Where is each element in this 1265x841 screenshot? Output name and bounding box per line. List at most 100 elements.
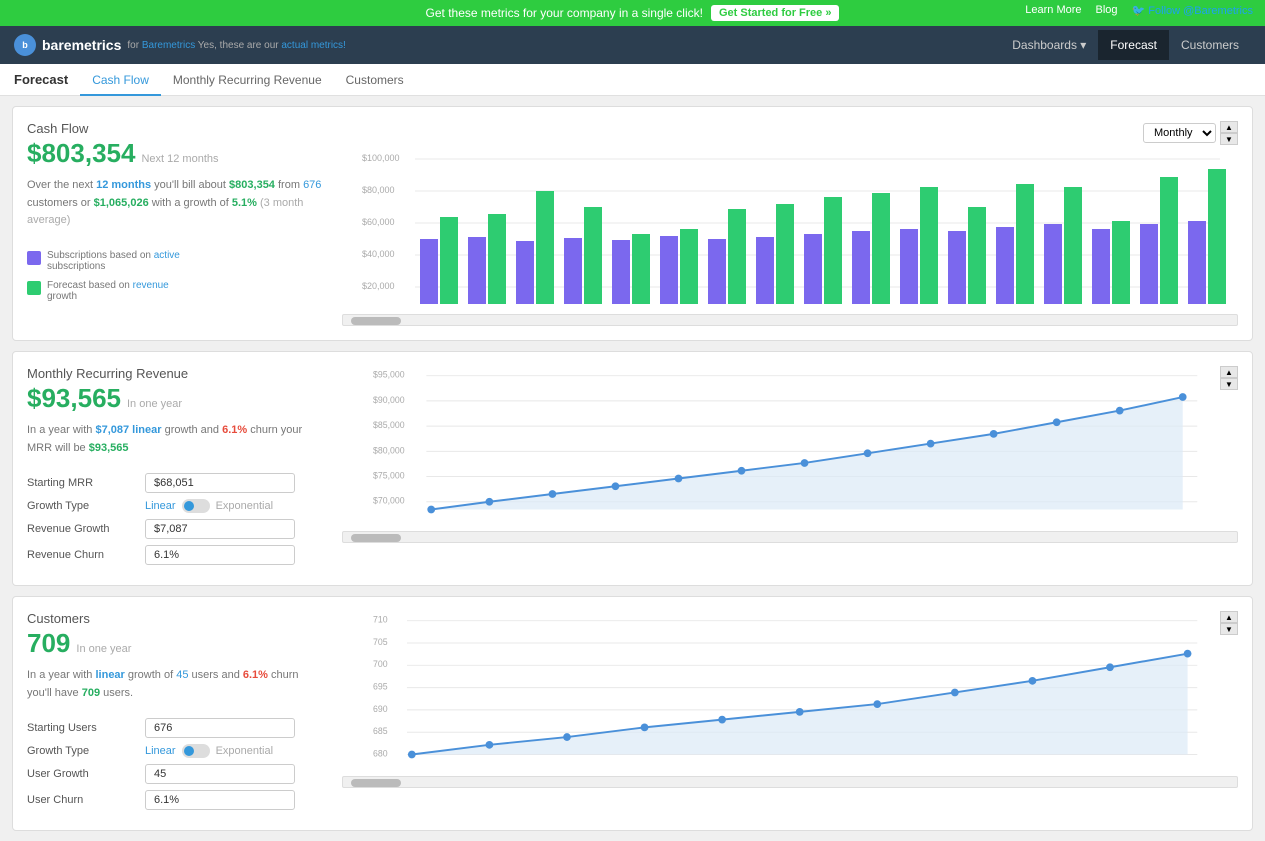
svg-text:680: 680	[373, 749, 388, 759]
cust-exp-opt[interactable]: Exponential	[216, 745, 274, 757]
svg-text:690: 690	[373, 704, 388, 714]
svg-text:705: 705	[373, 637, 388, 647]
tab-mrr[interactable]: Monthly Recurring Revenue	[161, 64, 334, 96]
mrr-growth-input[interactable]	[145, 519, 295, 539]
cust-toggle-switch[interactable]	[182, 744, 210, 758]
customers-right: ▲ ▼ 710 705 700 695 690 685 680	[342, 611, 1238, 816]
legend-color-2	[27, 281, 41, 295]
mrr-scroll-down[interactable]: ▼	[1220, 378, 1238, 390]
banner-right-links: Learn More Blog 🐦 Follow @Baremetrics	[1025, 4, 1253, 17]
learn-more-link[interactable]: Learn More	[1025, 4, 1081, 17]
customers-left: Customers 709 In one year In a year with…	[27, 611, 342, 816]
cust-chart-scroll[interactable]	[342, 776, 1238, 788]
cashflow-chart: $100,000 $80,000 $60,000 $40,000 $20,000	[342, 149, 1238, 326]
mrr-churn-input[interactable]	[145, 545, 295, 565]
mrr-fields: Starting MRR Growth Type Linear Exponent…	[27, 473, 326, 565]
mrr-growth-row: Revenue Growth	[27, 519, 326, 539]
cust-growth-input[interactable]	[145, 764, 295, 784]
legend-item-1: Subscriptions based on activesubscriptio…	[27, 250, 326, 272]
cust-churn-input[interactable]	[145, 790, 295, 810]
scroll-up-cf[interactable]: ▲	[1220, 121, 1238, 133]
cashflow-card: Cash Flow $803,354 Next 12 months Over t…	[12, 106, 1253, 341]
mrr-growth-label: Revenue Growth	[27, 523, 137, 535]
mrr-toggle[interactable]: Linear Exponential	[145, 499, 273, 513]
svg-text:$90,000: $90,000	[373, 395, 405, 405]
svg-text:$20,000: $20,000	[362, 281, 395, 291]
mrr-card: Monthly Recurring Revenue $93,565 In one…	[12, 351, 1253, 586]
svg-text:$80,000: $80,000	[373, 445, 405, 455]
mrr-chart-svg: $95,000 $90,000 $85,000 $80,000 $75,000 …	[342, 366, 1238, 526]
revenue-link[interactable]: revenue	[133, 280, 169, 291]
cashflow-main-value: $803,354	[27, 138, 135, 169]
cashflow-chart-header: Monthly ▲ ▼	[342, 121, 1238, 145]
mrr-main-value: $93,565	[27, 383, 121, 414]
svg-text:$80,000: $80,000	[362, 185, 395, 195]
mrr-exp-opt[interactable]: Exponential	[216, 500, 274, 512]
svg-text:695: 695	[373, 682, 388, 692]
cust-starting-input[interactable]	[145, 718, 295, 738]
mrr-starting-input[interactable]	[145, 473, 295, 493]
nav-forecast[interactable]: Forecast	[1098, 30, 1169, 60]
cashflow-chart-svg: $100,000 $80,000 $60,000 $40,000 $20,000	[342, 149, 1238, 309]
scroll-down-cf[interactable]: ▼	[1220, 133, 1238, 145]
svg-text:$100,000: $100,000	[362, 153, 400, 163]
blog-link[interactable]: Blog	[1096, 4, 1118, 17]
customers-card: Customers 709 In one year In a year with…	[12, 596, 1253, 831]
cust-starting-label: Starting Users	[27, 722, 137, 734]
actual-metrics-link[interactable]: actual metrics!	[281, 40, 345, 51]
mrr-description: In a year with $7,087 linear growth and …	[27, 422, 326, 457]
logo-icon: b	[14, 34, 36, 56]
cashflow-chart-scroll[interactable]	[342, 314, 1238, 326]
cust-scroll-down[interactable]: ▼	[1220, 623, 1238, 635]
navbar-right: Dashboards ▾ Forecast Customers	[1000, 30, 1251, 60]
mrr-churn-row: Revenue Churn	[27, 545, 326, 565]
banner-text: Get these metrics for your company in a …	[426, 6, 703, 20]
nav-customers[interactable]: Customers	[1169, 30, 1251, 60]
mrr-right: ▲ ▼ $95,000 $90,000 $85,000 $80,000 $75,…	[342, 366, 1238, 571]
cust-scroll-up[interactable]: ▲	[1220, 611, 1238, 623]
cust-growth-row: User Growth	[27, 764, 326, 784]
nav-dashboards[interactable]: Dashboards ▾	[1000, 30, 1098, 60]
svg-text:$70,000: $70,000	[373, 496, 405, 506]
svg-text:$85,000: $85,000	[373, 420, 405, 430]
navbar-byline: for Baremetrics Yes, these are our actua…	[127, 40, 345, 51]
mrr-toggle-switch[interactable]	[182, 499, 210, 513]
cust-linear-opt[interactable]: Linear	[145, 745, 176, 757]
customers-title: Customers	[27, 611, 326, 626]
twitter-link[interactable]: 🐦 Follow @Baremetrics	[1132, 4, 1253, 17]
banner-cta[interactable]: Get Started for Free »	[711, 5, 839, 21]
cashflow-description: Over the next 12 months you'll bill abou…	[27, 177, 326, 230]
mrr-starting-row: Starting MRR	[27, 473, 326, 493]
active-subscriptions-link[interactable]: active	[154, 250, 180, 261]
customers-main-value: 709	[27, 628, 70, 659]
customers-fields: Starting Users Growth Type Linear Expone…	[27, 718, 326, 810]
main-content: Cash Flow $803,354 Next 12 months Over t…	[0, 96, 1265, 841]
cust-churn-label: User Churn	[27, 794, 137, 806]
navbar-left: b baremetrics for Baremetrics Yes, these…	[14, 34, 346, 56]
monthly-select[interactable]: Monthly	[1143, 123, 1216, 143]
svg-text:$40,000: $40,000	[362, 249, 395, 259]
legend-item-2: Forecast based on revenuegrowth	[27, 280, 326, 302]
tab-cashflow[interactable]: Cash Flow	[80, 64, 161, 96]
mrr-value-row: $93,565 In one year	[27, 383, 326, 414]
legend-color-1	[27, 251, 41, 265]
cust-growthtype-row: Growth Type Linear Exponential	[27, 744, 326, 758]
mrr-chart-scroll[interactable]	[342, 531, 1238, 543]
svg-text:685: 685	[373, 726, 388, 736]
cust-toggle[interactable]: Linear Exponential	[145, 744, 273, 758]
mrr-linear-opt[interactable]: Linear	[145, 500, 176, 512]
cashflow-value-row: $803,354 Next 12 months	[27, 138, 326, 169]
brand-link[interactable]: Baremetrics	[142, 40, 195, 51]
legend-text-1: Subscriptions based on activesubscriptio…	[47, 250, 180, 272]
tab-customers[interactable]: Customers	[334, 64, 416, 96]
cust-growth-label: User Growth	[27, 768, 137, 780]
mrr-scroll-up[interactable]: ▲	[1220, 366, 1238, 378]
svg-text:700: 700	[373, 659, 388, 669]
svg-text:$75,000: $75,000	[373, 470, 405, 480]
mrr-starting-label: Starting MRR	[27, 477, 137, 489]
mrr-growthtype-label: Growth Type	[27, 500, 137, 512]
svg-text:$60,000: $60,000	[362, 217, 395, 227]
customers-description: In a year with linear growth of 45 users…	[27, 667, 326, 702]
mrr-churn-label: Revenue Churn	[27, 549, 137, 561]
page-title: Forecast	[14, 72, 68, 87]
